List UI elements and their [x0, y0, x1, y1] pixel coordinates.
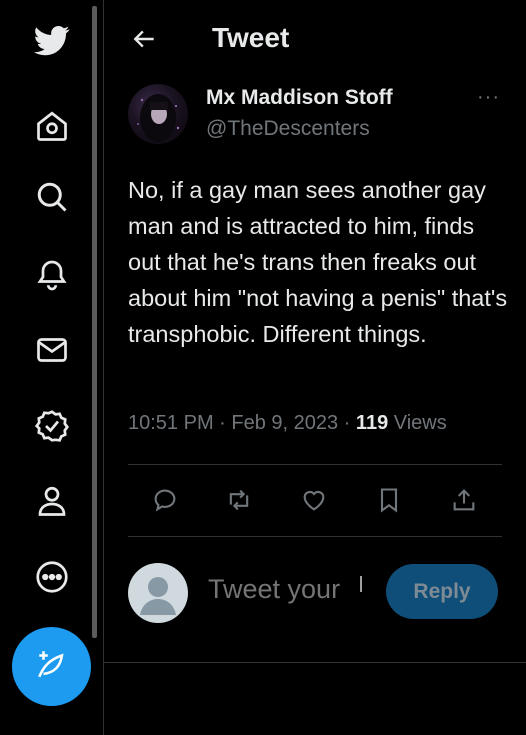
main-column: Tweet Mx Maddison Stoff @TheDescenters ·… — [104, 0, 526, 735]
divider — [128, 464, 502, 465]
meta-separator: · — [213, 412, 232, 434]
views-label: Views — [388, 412, 447, 434]
share-icon[interactable] — [448, 484, 480, 516]
author-avatar[interactable] — [128, 84, 188, 144]
bookmark-icon[interactable] — [373, 484, 405, 516]
home-icon[interactable] — [28, 102, 76, 150]
verified-icon[interactable] — [28, 402, 76, 450]
like-icon[interactable] — [298, 484, 330, 516]
author-name[interactable]: Mx Maddison Stoff — [206, 86, 393, 110]
text-caret — [360, 576, 362, 592]
more-circle-icon[interactable] — [28, 553, 76, 601]
compose-feather-icon — [35, 647, 69, 686]
user-avatar[interactable] — [128, 563, 188, 623]
author-handle[interactable]: @TheDescenters — [206, 117, 370, 141]
retweet-icon[interactable] — [223, 484, 255, 516]
tweet-time[interactable]: 10:51 PM — [128, 412, 214, 434]
compose-button[interactable] — [12, 627, 91, 706]
mail-icon[interactable] — [28, 326, 76, 374]
reply-icon[interactable] — [149, 484, 181, 516]
page-title: Tweet — [212, 22, 290, 53]
reply-button[interactable]: Reply — [386, 564, 498, 619]
meta-separator: · — [338, 412, 356, 434]
search-icon[interactable] — [28, 173, 76, 221]
tweet-date[interactable]: Feb 9, 2023 — [231, 412, 338, 434]
divider — [128, 536, 502, 537]
twitter-logo-icon[interactable] — [28, 16, 76, 64]
tweet-text: No, if a gay man sees another gay man an… — [128, 177, 508, 347]
divider — [104, 662, 526, 663]
bell-icon[interactable] — [28, 250, 76, 298]
scrollbar[interactable] — [92, 6, 97, 638]
views-count: 119 — [355, 412, 389, 434]
more-options-icon[interactable]: ··· — [477, 86, 500, 109]
sidebar — [0, 0, 104, 735]
reply-input[interactable] — [208, 574, 368, 605]
profile-icon[interactable] — [28, 477, 76, 525]
tweet-meta: 10:51 PM · Feb 9, 2023 · 119 Views — [128, 412, 447, 435]
back-arrow-icon[interactable] — [130, 24, 160, 54]
